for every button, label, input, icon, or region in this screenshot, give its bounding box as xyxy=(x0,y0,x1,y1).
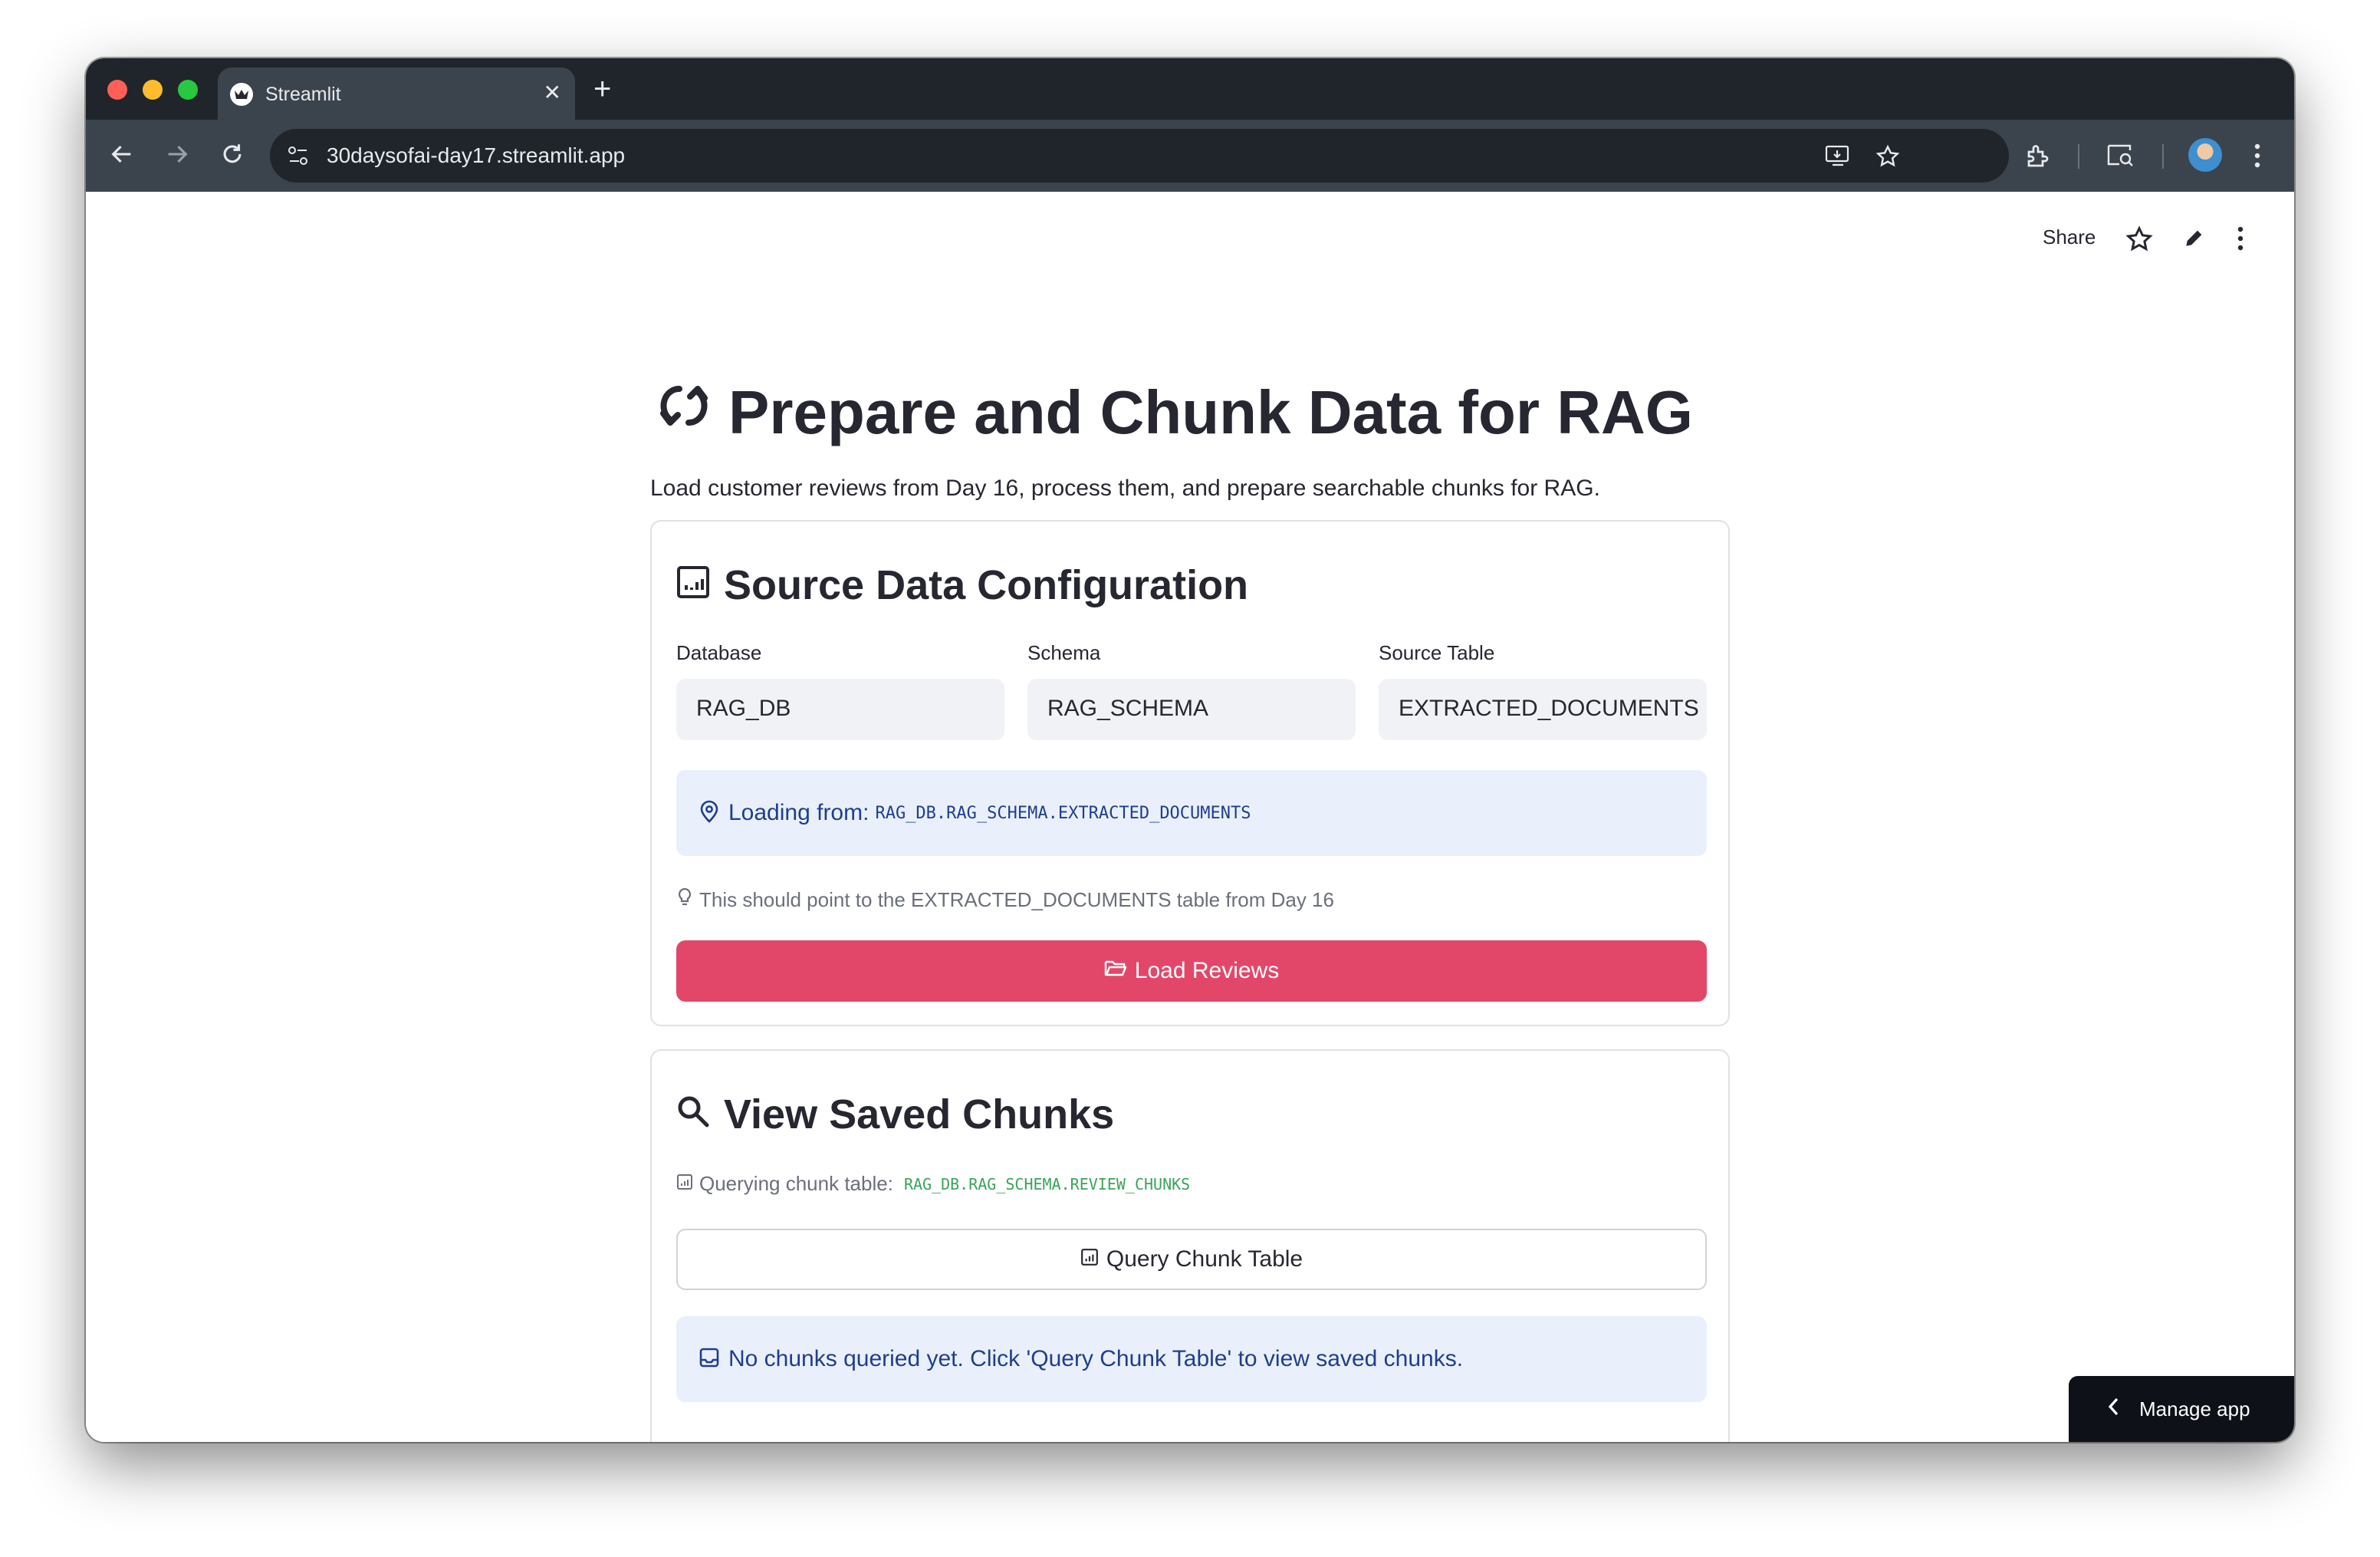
small-chart-icon xyxy=(1080,1246,1099,1272)
browser-toolbar: 30daysofai-day17.streamlit.app xyxy=(86,120,2294,192)
source-table-label: Source Table xyxy=(1379,641,1495,664)
querying-label: Querying chunk table: xyxy=(699,1172,893,1195)
page-title: Prepare and Chunk Data for RAG xyxy=(656,374,1693,451)
profile-avatar[interactable] xyxy=(2188,138,2222,172)
reload-icon[interactable] xyxy=(219,141,245,171)
source-hint-text: This should point to the EXTRACTED_DOCUM… xyxy=(699,888,1334,911)
schema-input[interactable]: RAG_SCHEMA xyxy=(1027,679,1356,740)
location-pin-icon xyxy=(699,800,719,827)
manage-app-label: Manage app xyxy=(2139,1397,2250,1420)
address-bar[interactable]: 30daysofai-day17.streamlit.app xyxy=(270,129,2009,183)
no-chunks-info: No chunks queried yet. Click 'Query Chun… xyxy=(676,1316,1707,1402)
source-config-heading: Source Data Configuration xyxy=(676,561,1248,609)
new-tab-button[interactable]: + xyxy=(593,72,611,106)
query-chunk-table-button[interactable]: Query Chunk Table xyxy=(676,1229,1707,1290)
maximize-window-button[interactable] xyxy=(178,80,198,100)
source-config-heading-text: Source Data Configuration xyxy=(724,562,1249,608)
load-reviews-button[interactable]: Load Reviews xyxy=(676,940,1707,1002)
bookmark-star-icon[interactable] xyxy=(1875,144,1900,173)
load-reviews-label: Load Reviews xyxy=(1134,958,1280,983)
edit-pencil-icon[interactable] xyxy=(2182,225,2207,254)
query-chunk-table-label: Query Chunk Table xyxy=(1106,1246,1303,1272)
toolbar-divider xyxy=(2162,144,2164,169)
lightbulb-icon xyxy=(676,887,693,913)
inbox-tray-icon xyxy=(699,1348,719,1371)
toolbar-divider xyxy=(2078,144,2079,169)
loading-from-label: Loading from: xyxy=(728,800,869,825)
database-field: Database RAG_DB xyxy=(676,641,1004,740)
refresh-arrows-icon xyxy=(656,374,712,451)
install-app-icon[interactable] xyxy=(1825,144,1851,171)
share-button[interactable]: Share xyxy=(2043,225,2096,249)
database-label: Database xyxy=(676,641,762,664)
chunk-table-caption: Querying chunk table: RAG_DB.RAG_SCHEMA.… xyxy=(676,1172,1190,1196)
extensions-puzzle-icon[interactable] xyxy=(2024,143,2052,174)
browser-window: Streamlit ✕ + 30daysofai-day17.streamlit… xyxy=(86,58,2294,1442)
source-table-field: Source Table EXTRACTED_DOCUMENTS xyxy=(1379,641,1707,740)
tab-search-icon[interactable] xyxy=(2106,143,2135,173)
page-description: Load customer reviews from Day 16, proce… xyxy=(650,476,1600,501)
small-chart-icon xyxy=(676,1172,693,1196)
back-arrow-icon[interactable] xyxy=(109,141,135,171)
tab-title: Streamlit xyxy=(265,84,341,105)
site-settings-icon[interactable] xyxy=(287,145,310,170)
browser-menu-kebab-icon[interactable] xyxy=(2253,143,2262,173)
close-tab-icon[interactable]: ✕ xyxy=(544,80,561,106)
close-window-button[interactable] xyxy=(107,80,127,100)
minimize-window-button[interactable] xyxy=(143,80,163,100)
chevron-left-icon xyxy=(2107,1397,2119,1422)
star-icon[interactable] xyxy=(2125,225,2153,257)
schema-label: Schema xyxy=(1027,641,1101,664)
search-icon xyxy=(676,1091,710,1138)
browser-tab[interactable]: Streamlit ✕ xyxy=(218,67,575,120)
database-input[interactable]: RAG_DB xyxy=(676,679,1004,740)
loading-from-info: Loading from: RAG_DB.RAG_SCHEMA.EXTRACTE… xyxy=(676,770,1707,856)
streamlit-page: Share Prepare and Chunk Data for RAG Loa… xyxy=(86,192,2294,1442)
tab-strip: Streamlit ✕ + xyxy=(86,58,2294,120)
no-chunks-message: No chunks queried yet. Click 'Query Chun… xyxy=(728,1346,1464,1371)
saved-chunks-heading-text: View Saved Chunks xyxy=(724,1091,1115,1137)
bar-chart-icon xyxy=(676,561,710,609)
source-config-card: Source Data Configuration Database RAG_D… xyxy=(650,520,1730,1026)
url-text: 30daysofai-day17.streamlit.app xyxy=(327,143,626,167)
schema-field: Schema RAG_SCHEMA xyxy=(1027,641,1356,740)
loading-from-path: RAG_DB.RAG_SCHEMA.EXTRACTED_DOCUMENTS xyxy=(875,803,1251,823)
streamlit-favicon-icon xyxy=(230,83,253,106)
saved-chunks-card: View Saved Chunks Querying chunk table: … xyxy=(650,1049,1730,1442)
page-title-text: Prepare and Chunk Data for RAG xyxy=(728,378,1694,446)
forward-arrow-icon[interactable] xyxy=(164,141,190,171)
main-menu-kebab-icon[interactable] xyxy=(2236,225,2245,255)
chunk-table-path: RAG_DB.RAG_SCHEMA.REVIEW_CHUNKS xyxy=(903,1174,1191,1193)
saved-chunks-heading: View Saved Chunks xyxy=(676,1091,1114,1138)
manage-app-button[interactable]: Manage app xyxy=(2069,1376,2294,1442)
open-folder-icon xyxy=(1104,958,1127,984)
source-table-input[interactable]: EXTRACTED_DOCUMENTS xyxy=(1379,679,1707,740)
source-hint: This should point to the EXTRACTED_DOCUM… xyxy=(676,887,1334,913)
